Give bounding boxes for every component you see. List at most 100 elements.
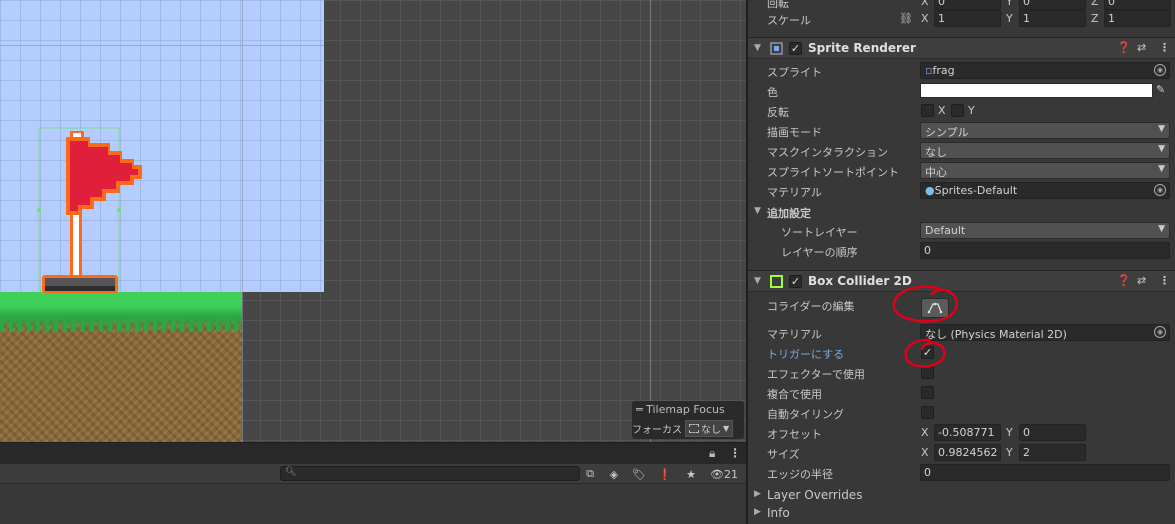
edit-collider-button[interactable] (921, 298, 949, 318)
info-foldout[interactable]: ▶ Info (748, 503, 1175, 523)
trigger-row: トリガーにする ✓ (748, 343, 1175, 363)
hidden-count-icon[interactable]: 👁︎ 21 (707, 465, 741, 483)
chevron-down-icon: ▼ (723, 423, 730, 433)
help-icon[interactable]: ❓ (1117, 41, 1131, 54)
offset-y-field[interactable]: 0 (1019, 424, 1086, 441)
collider-material-label: マテリアル (767, 328, 822, 341)
composite-label: 複合で使用 (767, 388, 822, 401)
autotiling-label: 自動タイリング (767, 408, 844, 421)
layer-overrides-foldout[interactable]: ▶ Layer Overrides (748, 485, 1175, 505)
collider-material-field[interactable]: なし (Physics Material 2D) ◉ (920, 324, 1170, 341)
scale-row: スケール ⛓︎ X 1 Y 1 Z 1 (748, 9, 1175, 29)
panel-toolbar: 🔍︎ ⧉ ◈ 🏷︎ ❗ ★ 👁︎ 21 (0, 464, 746, 484)
scale-label: スケール (767, 14, 811, 27)
chevron-down-icon: ▼ (1158, 144, 1165, 154)
box-collider-header[interactable]: ▼ ✓ Box Collider 2D ❓ ⇄ ⋮ (748, 270, 1175, 292)
warning-icon[interactable]: ❗ (655, 465, 675, 483)
drag-handle-icon[interactable]: ═ (636, 403, 643, 416)
focus-label: フォーカス (632, 424, 682, 436)
object-picker-icon[interactable]: ◉ (1154, 184, 1166, 196)
axis-x-label: X (921, 426, 929, 439)
mask-label: マスクインタラクション (767, 146, 888, 159)
scene-view[interactable]: ═ Tilemap Focus フォーカス なし ▼ (0, 0, 746, 442)
panel-tab-bar: 🔒︎ ⋮ (0, 442, 746, 464)
flag-sprite[interactable] (30, 125, 170, 300)
hidden-count: 21 (723, 467, 738, 481)
draw-mode-value: シンプル (925, 126, 969, 139)
additional-settings-label: 追加設定 (767, 207, 811, 220)
flip-x-checkbox[interactable] (921, 104, 934, 117)
preset-icon[interactable]: ⇄ (1137, 41, 1146, 54)
flip-y-label: Y (968, 104, 975, 117)
material-field[interactable]: ●Sprites-Default ◉ (920, 182, 1170, 199)
scale-y-field[interactable]: 1 (1019, 10, 1086, 27)
axis-z-label: Z (1091, 0, 1099, 8)
sort-point-row: スプライトソートポイント 中心 ▼ (748, 161, 1175, 181)
size-x-field[interactable]: 0.9824562 (934, 444, 1001, 461)
preset-icon[interactable]: ⇄ (1137, 274, 1146, 287)
component-enabled-checkbox[interactable]: ✓ (789, 42, 802, 55)
color-row: 色 ✎ (748, 81, 1175, 101)
expand-arrow-icon: ▶ (754, 489, 761, 499)
sorting-layer-value: Default (925, 224, 966, 237)
scale-z-field[interactable]: 1 (1104, 10, 1171, 27)
more-menu-icon[interactable]: ⋮ (1159, 41, 1170, 54)
color-swatch[interactable] (920, 83, 1153, 98)
sprite-value: frag (932, 64, 955, 77)
edit-collider-row: コライダーの編集 (748, 295, 1175, 323)
draw-mode-dropdown[interactable]: シンプル ▼ (920, 122, 1170, 139)
lock-icon[interactable]: 🔒︎ (709, 446, 715, 461)
axis-z-label: Z (1091, 12, 1099, 25)
size-y-field[interactable]: 2 (1019, 444, 1086, 461)
info-label: Info (767, 506, 790, 520)
offset-row: オフセット X -0.508771 Y 0 (748, 423, 1175, 443)
order-field[interactable]: 0 (920, 242, 1170, 259)
autotiling-row: 自動タイリング (748, 403, 1175, 423)
filter-type-icon[interactable]: ◈ (604, 465, 624, 483)
eyedropper-icon[interactable]: ✎ (1156, 83, 1165, 96)
focus-dropdown[interactable]: なし ▼ (685, 419, 734, 437)
sort-point-dropdown[interactable]: 中心 ▼ (920, 162, 1170, 179)
collapse-arrow-icon[interactable]: ▼ (754, 43, 761, 53)
collider-material-value: なし (Physics Material 2D) (925, 328, 1067, 341)
sorting-layer-label: ソートレイヤー (781, 226, 858, 239)
search-input[interactable]: 🔍︎ (280, 466, 580, 481)
edge-radius-field[interactable]: 0 (920, 464, 1170, 481)
sprite-field[interactable]: ▫frag ◉ (920, 62, 1170, 79)
object-picker-icon[interactable]: ◉ (1154, 64, 1166, 76)
help-icon[interactable]: ❓ (1117, 274, 1131, 287)
axis-y-label: Y (1006, 446, 1013, 459)
link-scale-icon[interactable]: ⛓︎ (899, 12, 913, 25)
material-value: Sprites-Default (934, 184, 1018, 197)
search-by-type-icon[interactable]: ⧉ (580, 465, 600, 483)
trigger-checkbox[interactable]: ✓ (921, 346, 934, 359)
component-enabled-checkbox[interactable]: ✓ (789, 275, 802, 288)
more-menu-icon[interactable]: ⋮ (1159, 274, 1170, 287)
expand-arrow-icon: ▶ (754, 507, 761, 517)
box-collider-title: Box Collider 2D (808, 274, 912, 288)
mask-dropdown[interactable]: なし ▼ (920, 142, 1170, 159)
offset-x-field[interactable]: -0.508771 (934, 424, 1001, 441)
sprite-row: スプライト ▫frag ◉ (748, 61, 1175, 81)
autotiling-checkbox[interactable] (921, 406, 934, 419)
effector-checkbox[interactable] (921, 366, 934, 379)
additional-settings-foldout[interactable]: ▼ 追加設定 (748, 202, 1175, 222)
favorite-star-icon[interactable]: ★ (681, 465, 701, 483)
chevron-down-icon: ▼ (1158, 124, 1165, 134)
scale-x-field[interactable]: 1 (934, 10, 1001, 27)
sprite-renderer-header[interactable]: ▼ ✓ Sprite Renderer ❓ ⇄ ⋮ (748, 37, 1175, 59)
flip-y-checkbox[interactable] (951, 104, 964, 117)
order-label: レイヤーの順序 (781, 246, 858, 259)
size-label: サイズ (767, 448, 800, 461)
composite-checkbox[interactable] (921, 386, 934, 399)
label-tag-icon[interactable]: 🏷︎ (629, 465, 649, 483)
flip-x-label: X (938, 104, 946, 117)
composite-row: 複合で使用 (748, 383, 1175, 403)
more-menu-icon[interactable]: ⋮ (729, 446, 741, 460)
sprite-renderer-title: Sprite Renderer (808, 41, 916, 55)
material-label: マテリアル (767, 186, 822, 199)
grid-line (650, 0, 651, 442)
collapse-arrow-icon[interactable]: ▼ (754, 276, 761, 286)
object-picker-icon[interactable]: ◉ (1154, 326, 1166, 338)
sorting-layer-dropdown[interactable]: Default ▼ (920, 222, 1170, 239)
